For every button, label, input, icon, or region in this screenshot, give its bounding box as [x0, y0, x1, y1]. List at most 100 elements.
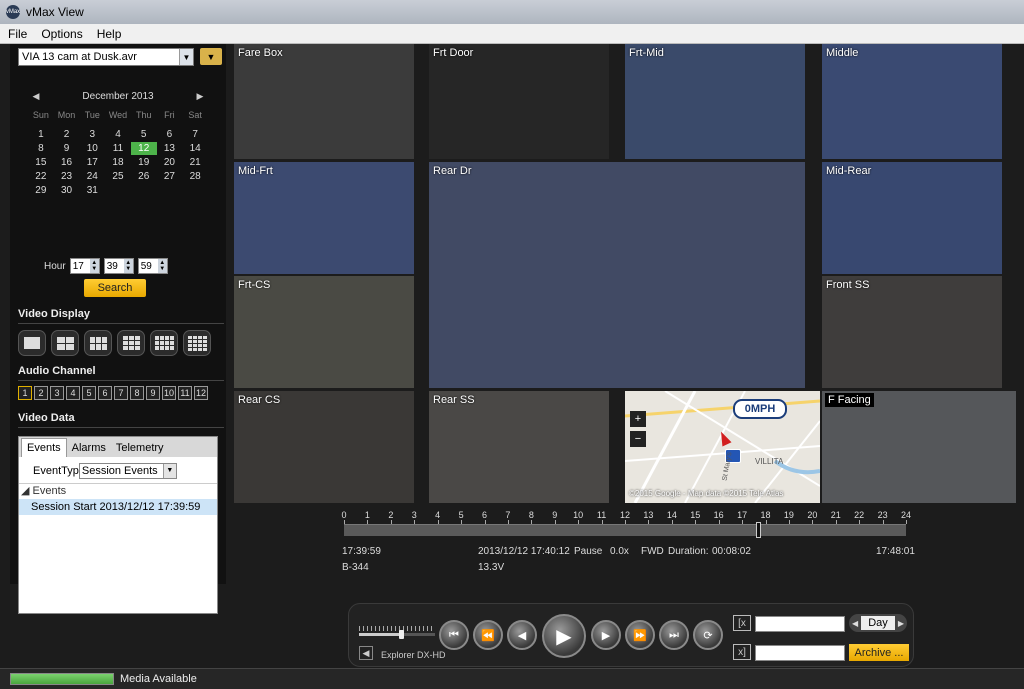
menu-options[interactable]: Options [41, 27, 82, 41]
tab-alarms[interactable]: Alarms [67, 439, 111, 457]
timeline-track[interactable] [344, 524, 906, 536]
calendar-day[interactable]: 25 [105, 170, 131, 183]
search-button[interactable]: Search [84, 279, 146, 297]
hour-spinner[interactable]: 17 ▲ ▼ [69, 258, 100, 274]
camera-middle[interactable]: Middle [822, 44, 1002, 159]
tab-events[interactable]: Events [21, 438, 67, 457]
chevron-down-icon[interactable]: ▼ [179, 49, 193, 65]
loop-button[interactable]: ⟳ [693, 620, 723, 650]
prev-month-button[interactable]: ◀ [28, 91, 44, 102]
audio-channel-2[interactable]: 2 [34, 386, 48, 400]
calendar-day[interactable]: 22 [28, 170, 54, 183]
second-spinner[interactable]: 59 ▲ ▼ [137, 258, 168, 274]
spinner-arrows-icon[interactable]: ▲ ▼ [89, 259, 99, 273]
calendar-day[interactable]: 18 [105, 156, 131, 169]
audio-channel-10[interactable]: 10 [162, 386, 176, 400]
spinner-arrows-icon[interactable]: ▲ ▼ [123, 259, 133, 273]
skip-end-button[interactable]: ⏭ [659, 620, 689, 650]
open-folder-button[interactable]: ▼ [200, 48, 222, 65]
calendar-day[interactable]: 8 [28, 142, 54, 155]
spinner-arrows-icon[interactable]: ▲ ▼ [157, 259, 167, 273]
map-view[interactable]: + − 0MPH VILLITA St Mary's ©2015 Google … [625, 391, 820, 503]
calendar-day[interactable]: 14 [182, 142, 208, 155]
tree-node-events[interactable]: ◢ Events [19, 484, 217, 499]
menu-file[interactable]: File [8, 27, 27, 41]
layout-4x4-button[interactable] [183, 330, 211, 356]
calendar-day[interactable]: 1 [28, 128, 54, 141]
step-forward-button[interactable]: ▶ [591, 620, 621, 650]
camera-f-facing[interactable]: F Facing [822, 391, 1016, 503]
layout-4x3-button[interactable] [150, 330, 178, 356]
camera-fare-box[interactable]: Fare Box [234, 44, 414, 159]
skip-start-button[interactable]: ⏮ [439, 620, 469, 650]
camera-rear-dr[interactable]: Rear Dr [429, 162, 805, 388]
calendar-day[interactable]: 20 [157, 156, 183, 169]
calendar-day[interactable]: 27 [157, 170, 183, 183]
audio-channel-12[interactable]: 12 [194, 386, 208, 400]
camera-frt-mid[interactable]: Frt-Mid [625, 44, 805, 159]
volume-slider[interactable] [359, 624, 435, 640]
menu-help[interactable]: Help [97, 27, 122, 41]
calendar-day[interactable]: 29 [28, 184, 54, 197]
layout-2x2-button[interactable] [51, 330, 79, 356]
day-selector[interactable]: ◀ Day ▶ [849, 614, 907, 632]
audio-channel-1[interactable]: 1 [18, 386, 32, 400]
camera-rear-cs[interactable]: Rear CS [234, 391, 414, 503]
calendar-day[interactable]: 15 [28, 156, 54, 169]
clip-end-field[interactable] [755, 645, 845, 661]
layout-3x2-button[interactable] [84, 330, 112, 356]
tree-item-session-start[interactable]: Session Start 2013/12/12 17:39:59 [19, 499, 217, 515]
timeline[interactable]: 0 1 2 3 4 5 6 7 8 9 10 11 12 13 14 15 16 17 18 19 20 21 22 23 24 [340, 510, 911, 538]
map-zoom-out-button[interactable]: − [630, 431, 646, 447]
calendar-day[interactable]: 13 [157, 142, 183, 155]
calendar-day[interactable]: 19 [131, 156, 157, 169]
calendar-day[interactable]: 12 [130, 142, 157, 155]
calendar-day[interactable]: 10 [79, 142, 105, 155]
camera-mid-frt[interactable]: Mid-Frt [234, 162, 414, 274]
audio-channel-8[interactable]: 8 [130, 386, 144, 400]
volume-knob[interactable] [398, 630, 404, 639]
audio-channel-4[interactable]: 4 [66, 386, 80, 400]
mute-button[interactable]: ◀ [359, 646, 373, 660]
audio-channel-3[interactable]: 3 [50, 386, 64, 400]
audio-channel-6[interactable]: 6 [98, 386, 112, 400]
timeline-playhead[interactable] [755, 522, 761, 538]
next-day-icon[interactable]: ▶ [898, 619, 904, 628]
next-month-button[interactable]: ▶ [192, 91, 208, 102]
play-button[interactable]: ▶ [542, 614, 586, 658]
calendar-day[interactable]: 7 [182, 128, 208, 141]
calendar-day[interactable]: 4 [105, 128, 131, 141]
camera-front-ss[interactable]: Front SS [822, 276, 1002, 388]
tab-telemetry[interactable]: Telemetry [111, 439, 169, 457]
audio-channel-9[interactable]: 9 [146, 386, 160, 400]
fast-forward-button[interactable]: ⏩ [625, 620, 655, 650]
calendar-day[interactable]: 6 [157, 128, 183, 141]
calendar-day[interactable]: 2 [54, 128, 80, 141]
calendar-day[interactable]: 3 [79, 128, 105, 141]
calendar-day[interactable]: 24 [79, 170, 105, 183]
audio-channel-11[interactable]: 11 [178, 386, 192, 400]
clip-end-icon[interactable]: x] [733, 644, 751, 660]
camera-mid-rear[interactable]: Mid-Rear [822, 162, 1002, 274]
audio-channel-5[interactable]: 5 [82, 386, 96, 400]
layout-3x3-button[interactable] [117, 330, 145, 356]
calendar-day[interactable]: 11 [105, 142, 131, 155]
archive-button[interactable]: Archive ... [849, 644, 909, 661]
camera-rear-ss[interactable]: Rear SS [429, 391, 609, 503]
audio-channel-7[interactable]: 7 [114, 386, 128, 400]
clip-start-icon[interactable]: [x [733, 615, 751, 631]
calendar-day[interactable]: 30 [54, 184, 80, 197]
calendar-day[interactable]: 31 [79, 184, 105, 197]
step-back-button[interactable]: ◀ [507, 620, 537, 650]
file-select[interactable]: VIA 13 cam at Dusk.avr ▼ [18, 48, 194, 66]
calendar-day[interactable]: 23 [54, 170, 80, 183]
calendar-day[interactable]: 16 [54, 156, 80, 169]
clip-start-field[interactable] [755, 616, 845, 632]
camera-frt-door[interactable]: Frt Door [429, 44, 609, 159]
calendar-day[interactable]: 9 [54, 142, 80, 155]
calendar-day[interactable]: 26 [131, 170, 157, 183]
calendar-day[interactable]: 5 [131, 128, 157, 141]
calendar-day[interactable]: 21 [182, 156, 208, 169]
minute-spinner[interactable]: 39 ▲ ▼ [103, 258, 134, 274]
event-type-select[interactable]: Session Events ▼ [78, 463, 177, 479]
